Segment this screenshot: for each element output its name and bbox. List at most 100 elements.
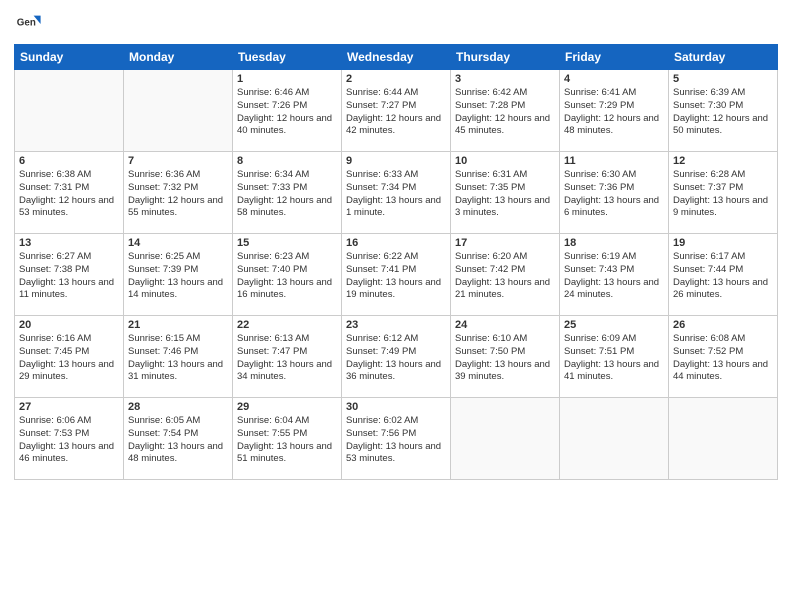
calendar-cell: 10 Sunrise: 6:31 AM Sunset: 7:35 PM Dayli… xyxy=(451,152,560,234)
day-number: 8 xyxy=(237,155,337,167)
day-number: 5 xyxy=(673,73,773,85)
day-number: 10 xyxy=(455,155,555,167)
calendar-cell: 25 Sunrise: 6:09 AM Sunset: 7:51 PM Dayli… xyxy=(560,316,669,398)
day-number: 25 xyxy=(564,319,664,331)
day-info: Sunrise: 6:04 AM Sunset: 7:55 PM Dayligh… xyxy=(237,415,337,466)
header: Gen xyxy=(14,10,778,38)
day-number: 18 xyxy=(564,237,664,249)
day-info: Sunrise: 6:06 AM Sunset: 7:53 PM Dayligh… xyxy=(19,415,119,466)
day-info: Sunrise: 6:38 AM Sunset: 7:31 PM Dayligh… xyxy=(19,169,119,220)
logo-icon: Gen xyxy=(14,10,42,38)
day-number: 22 xyxy=(237,319,337,331)
day-info: Sunrise: 6:30 AM Sunset: 7:36 PM Dayligh… xyxy=(564,169,664,220)
day-number: 11 xyxy=(564,155,664,167)
weekday-header-saturday: Saturday xyxy=(669,45,778,70)
calendar-cell: 22 Sunrise: 6:13 AM Sunset: 7:47 PM Dayli… xyxy=(233,316,342,398)
day-number: 28 xyxy=(128,401,228,413)
day-number: 21 xyxy=(128,319,228,331)
day-number: 30 xyxy=(346,401,446,413)
page: Gen SundayMondayTuesdayWednesdayThursday… xyxy=(0,0,792,612)
day-number: 27 xyxy=(19,401,119,413)
day-info: Sunrise: 6:10 AM Sunset: 7:50 PM Dayligh… xyxy=(455,333,555,384)
day-info: Sunrise: 6:20 AM Sunset: 7:42 PM Dayligh… xyxy=(455,251,555,302)
day-info: Sunrise: 6:05 AM Sunset: 7:54 PM Dayligh… xyxy=(128,415,228,466)
day-number: 19 xyxy=(673,237,773,249)
day-number: 2 xyxy=(346,73,446,85)
weekday-header-wednesday: Wednesday xyxy=(342,45,451,70)
calendar-cell: 6 Sunrise: 6:38 AM Sunset: 7:31 PM Daylig… xyxy=(15,152,124,234)
weekday-header-monday: Monday xyxy=(124,45,233,70)
day-info: Sunrise: 6:41 AM Sunset: 7:29 PM Dayligh… xyxy=(564,87,664,138)
calendar-cell: 9Sunrise: 6:33 AM Sunset: 7:34 PM Daylig… xyxy=(342,152,451,234)
calendar-cell xyxy=(560,398,669,480)
day-number: 20 xyxy=(19,319,119,331)
calendar-cell xyxy=(669,398,778,480)
weekday-header-sunday: Sunday xyxy=(15,45,124,70)
weekday-header-tuesday: Tuesday xyxy=(233,45,342,70)
calendar-cell: 16 Sunrise: 6:22 AM Sunset: 7:41 PM Dayli… xyxy=(342,234,451,316)
calendar-cell: 18 Sunrise: 6:19 AM Sunset: 7:43 PM Dayli… xyxy=(560,234,669,316)
calendar-cell: 24 Sunrise: 6:10 AM Sunset: 7:50 PM Dayli… xyxy=(451,316,560,398)
calendar-cell: 27 Sunrise: 6:06 AM Sunset: 7:53 PM Dayli… xyxy=(15,398,124,480)
calendar-cell: 23 Sunrise: 6:12 AM Sunset: 7:49 PM Dayli… xyxy=(342,316,451,398)
day-info: Sunrise: 6:23 AM Sunset: 7:40 PM Dayligh… xyxy=(237,251,337,302)
calendar-cell xyxy=(15,70,124,152)
day-info: Sunrise: 6:44 AM Sunset: 7:27 PM Dayligh… xyxy=(346,87,446,138)
calendar-cell xyxy=(124,70,233,152)
day-number: 17 xyxy=(455,237,555,249)
day-number: 12 xyxy=(673,155,773,167)
day-number: 3 xyxy=(455,73,555,85)
svg-text:Gen: Gen xyxy=(17,17,36,28)
week-row-4: 20Sunrise: 6:16 AM Sunset: 7:45 PM Dayli… xyxy=(15,316,778,398)
day-number: 15 xyxy=(237,237,337,249)
weekday-header-thursday: Thursday xyxy=(451,45,560,70)
calendar-cell: 20Sunrise: 6:16 AM Sunset: 7:45 PM Dayli… xyxy=(15,316,124,398)
day-number: 9 xyxy=(346,155,446,167)
day-info: Sunrise: 6:17 AM Sunset: 7:44 PM Dayligh… xyxy=(673,251,773,302)
day-number: 6 xyxy=(19,155,119,167)
day-number: 29 xyxy=(237,401,337,413)
day-info: Sunrise: 6:13 AM Sunset: 7:47 PM Dayligh… xyxy=(237,333,337,384)
week-row-2: 6 Sunrise: 6:38 AM Sunset: 7:31 PM Daylig… xyxy=(15,152,778,234)
day-number: 16 xyxy=(346,237,446,249)
day-number: 4 xyxy=(564,73,664,85)
weekday-header-friday: Friday xyxy=(560,45,669,70)
calendar-cell: 1 Sunrise: 6:46 AM Sunset: 7:26 PM Daylig… xyxy=(233,70,342,152)
day-number: 7 xyxy=(128,155,228,167)
calendar-cell: 28 Sunrise: 6:05 AM Sunset: 7:54 PM Dayli… xyxy=(124,398,233,480)
day-info: Sunrise: 6:09 AM Sunset: 7:51 PM Dayligh… xyxy=(564,333,664,384)
calendar-cell: 2 Sunrise: 6:44 AM Sunset: 7:27 PM Daylig… xyxy=(342,70,451,152)
calendar-cell: 12 Sunrise: 6:28 AM Sunset: 7:37 PM Dayli… xyxy=(669,152,778,234)
week-row-3: 13Sunrise: 6:27 AM Sunset: 7:38 PM Dayli… xyxy=(15,234,778,316)
day-info: Sunrise: 6:12 AM Sunset: 7:49 PM Dayligh… xyxy=(346,333,446,384)
week-row-5: 27 Sunrise: 6:06 AM Sunset: 7:53 PM Dayli… xyxy=(15,398,778,480)
day-info: Sunrise: 6:27 AM Sunset: 7:38 PM Dayligh… xyxy=(19,251,119,302)
calendar-cell: 11 Sunrise: 6:30 AM Sunset: 7:36 PM Dayli… xyxy=(560,152,669,234)
calendar-table: SundayMondayTuesdayWednesdayThursdayFrid… xyxy=(14,44,778,480)
day-number: 24 xyxy=(455,319,555,331)
day-number: 26 xyxy=(673,319,773,331)
calendar-cell: 26 Sunrise: 6:08 AM Sunset: 7:52 PM Dayli… xyxy=(669,316,778,398)
day-info: Sunrise: 6:22 AM Sunset: 7:41 PM Dayligh… xyxy=(346,251,446,302)
day-number: 23 xyxy=(346,319,446,331)
calendar-cell xyxy=(451,398,560,480)
calendar-cell: 21Sunrise: 6:15 AM Sunset: 7:46 PM Dayli… xyxy=(124,316,233,398)
day-number: 14 xyxy=(128,237,228,249)
day-info: Sunrise: 6:19 AM Sunset: 7:43 PM Dayligh… xyxy=(564,251,664,302)
calendar-cell: 17 Sunrise: 6:20 AM Sunset: 7:42 PM Dayli… xyxy=(451,234,560,316)
day-number: 1 xyxy=(237,73,337,85)
calendar-cell: 8 Sunrise: 6:34 AM Sunset: 7:33 PM Daylig… xyxy=(233,152,342,234)
calendar-cell: 7Sunrise: 6:36 AM Sunset: 7:32 PM Daylig… xyxy=(124,152,233,234)
calendar-cell: 14 Sunrise: 6:25 AM Sunset: 7:39 PM Dayli… xyxy=(124,234,233,316)
calendar-cell: 30Sunrise: 6:02 AM Sunset: 7:56 PM Dayli… xyxy=(342,398,451,480)
week-row-1: 1 Sunrise: 6:46 AM Sunset: 7:26 PM Daylig… xyxy=(15,70,778,152)
day-info: Sunrise: 6:34 AM Sunset: 7:33 PM Dayligh… xyxy=(237,169,337,220)
day-info: Sunrise: 6:25 AM Sunset: 7:39 PM Dayligh… xyxy=(128,251,228,302)
calendar-cell: 3Sunrise: 6:42 AM Sunset: 7:28 PM Daylig… xyxy=(451,70,560,152)
day-info: Sunrise: 6:46 AM Sunset: 7:26 PM Dayligh… xyxy=(237,87,337,138)
day-info: Sunrise: 6:31 AM Sunset: 7:35 PM Dayligh… xyxy=(455,169,555,220)
calendar-cell: 29 Sunrise: 6:04 AM Sunset: 7:55 PM Dayli… xyxy=(233,398,342,480)
day-info: Sunrise: 6:08 AM Sunset: 7:52 PM Dayligh… xyxy=(673,333,773,384)
day-info: Sunrise: 6:28 AM Sunset: 7:37 PM Dayligh… xyxy=(673,169,773,220)
calendar-cell: 19 Sunrise: 6:17 AM Sunset: 7:44 PM Dayli… xyxy=(669,234,778,316)
